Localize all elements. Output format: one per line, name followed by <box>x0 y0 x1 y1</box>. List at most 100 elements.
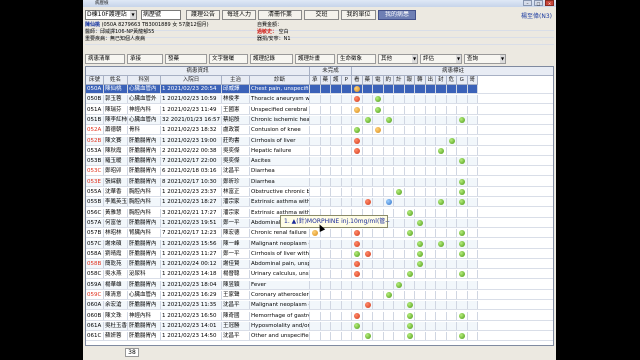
flag-cell[interactable] <box>342 167 352 176</box>
flag-cell[interactable] <box>394 126 405 135</box>
flag-cell[interactable] <box>468 167 478 176</box>
tab-4[interactable]: 護理記錄 <box>250 54 293 64</box>
green-status-dot-icon[interactable] <box>459 178 466 185</box>
flag-cell[interactable] <box>447 167 457 176</box>
flag-cell[interactable] <box>394 218 405 227</box>
flag-cell[interactable] <box>436 311 447 320</box>
green-status-dot-icon[interactable] <box>459 250 466 257</box>
flag-cell[interactable] <box>394 177 405 186</box>
flag-cell[interactable] <box>363 105 373 114</box>
flag-cell[interactable] <box>447 208 457 217</box>
flag-cell[interactable] <box>373 280 384 289</box>
flag-cell[interactable] <box>363 270 373 279</box>
green-status-dot-icon[interactable] <box>385 292 392 298</box>
flag-cell[interactable] <box>362 136 373 145</box>
green-status-dot-icon[interactable] <box>459 312 466 319</box>
table-row[interactable]: 050B 郭玉蓉 心臟血管外 1 2021/02/23 10:59 林俊孝 Thoraci… <box>86 95 553 105</box>
flag-cell[interactable] <box>404 198 415 207</box>
flag-cell[interactable] <box>341 115 352 124</box>
flag-cell[interactable] <box>404 95 415 104</box>
flag-cell[interactable] <box>310 95 321 104</box>
flag-cell[interactable] <box>425 136 436 145</box>
flag-cell[interactable] <box>415 115 426 124</box>
flag-cell[interactable] <box>310 105 321 114</box>
flag-cell[interactable] <box>457 218 468 227</box>
green-status-dot-icon[interactable] <box>448 137 455 144</box>
flag-cell[interactable] <box>331 177 342 186</box>
flag-cell[interactable] <box>436 136 447 145</box>
flag-cell[interactable] <box>373 270 384 279</box>
flag-cell[interactable] <box>468 311 478 320</box>
flag-cell[interactable] <box>457 260 468 269</box>
flag-cell[interactable] <box>342 249 352 258</box>
flag-cell[interactable] <box>426 105 436 114</box>
flag-cell[interactable] <box>331 95 342 104</box>
flag-cell[interactable] <box>331 311 342 320</box>
flag-cell[interactable] <box>467 321 478 330</box>
table-row[interactable]: 053A 陳秋霞 肝膽腸胃內 2 2021/02/22 00:38 吳奕傑 Hepatic… <box>86 146 553 156</box>
flag-cell[interactable] <box>394 249 405 258</box>
flag-cell[interactable] <box>426 208 436 217</box>
flag-cell[interactable] <box>373 260 384 269</box>
table-row[interactable]: 061C 蘇妍蓉 肝膽腸胃內 1 2021/02/23 14:50 沈昌平 Other a… <box>86 332 553 342</box>
flag-cell[interactable] <box>394 85 405 93</box>
flag-cell[interactable] <box>373 301 384 310</box>
flag-cell[interactable] <box>426 291 436 299</box>
flag-cell[interactable] <box>373 157 384 166</box>
flag-cell[interactable] <box>320 260 331 269</box>
flag-cell[interactable] <box>457 291 468 299</box>
flag-cell[interactable] <box>436 188 447 196</box>
flag-cell[interactable] <box>373 167 384 176</box>
flag-cell[interactable] <box>383 157 394 166</box>
flag-cell[interactable] <box>426 249 436 258</box>
flag-cell[interactable] <box>342 311 352 320</box>
flag-cell[interactable] <box>426 126 436 135</box>
flag-cell[interactable] <box>341 198 352 207</box>
flag-cell[interactable] <box>446 198 457 207</box>
table-row[interactable]: 053E 張綵鶴 肝膽腸胃內 8 2021/02/17 10:30 鄭昕珍 Diarrhe… <box>86 177 553 187</box>
flag-cell[interactable] <box>446 95 457 104</box>
flag-cell[interactable] <box>363 291 373 299</box>
flag-cell[interactable] <box>394 167 405 176</box>
flag-cell[interactable] <box>425 280 436 289</box>
flag-cell[interactable] <box>331 198 342 207</box>
flag-cell[interactable] <box>362 280 373 289</box>
flag-cell[interactable] <box>447 332 457 341</box>
flag-cell[interactable] <box>362 157 373 166</box>
flag-cell[interactable] <box>468 208 478 217</box>
flag-cell[interactable] <box>415 126 426 135</box>
flag-cell[interactable] <box>425 85 436 93</box>
table-row[interactable]: 052A 蕭德朝 骨科 1 2021/02/23 18:32 盧政寰 Contusion … <box>86 126 553 136</box>
flag-cell[interactable] <box>446 85 457 93</box>
flag-cell[interactable] <box>310 136 321 145</box>
flag-cell[interactable] <box>467 198 478 207</box>
flag-cell[interactable] <box>405 126 415 135</box>
flag-cell[interactable] <box>362 239 373 248</box>
flag-cell[interactable] <box>447 270 457 279</box>
table-row[interactable]: 059A 楊華雄 肝膽腸胃內 1 2021/02/23 18:04 陳昱穎 Fever <box>86 280 553 290</box>
flag-cell[interactable] <box>310 332 321 341</box>
flag-cell[interactable] <box>436 280 447 289</box>
flag-cell[interactable] <box>310 239 321 248</box>
flag-cell[interactable] <box>394 239 405 248</box>
table-row[interactable]: 058C 吳水燕 泌尿科 1 2021/02/23 14:18 楊晉聰 Urinary c… <box>86 270 553 280</box>
flag-cell[interactable] <box>425 157 436 166</box>
flag-cell[interactable] <box>310 321 321 330</box>
flag-cell[interactable] <box>415 146 426 155</box>
green-status-dot-icon[interactable] <box>406 312 413 319</box>
flag-cell[interactable] <box>341 136 352 145</box>
flag-cell[interactable] <box>404 115 415 124</box>
flag-cell[interactable] <box>457 146 468 155</box>
flag-cell[interactable] <box>310 115 321 124</box>
flag-cell[interactable] <box>383 136 394 145</box>
flag-cell[interactable] <box>446 218 457 227</box>
flag-cell[interactable] <box>404 239 415 248</box>
flag-cell[interactable] <box>436 126 447 135</box>
flag-cell[interactable] <box>436 105 447 114</box>
flag-cell[interactable] <box>331 188 342 196</box>
green-status-dot-icon[interactable] <box>354 250 361 257</box>
flag-cell[interactable] <box>467 85 478 93</box>
flag-cell[interactable] <box>425 239 436 248</box>
flag-cell[interactable] <box>415 95 426 104</box>
flag-cell[interactable] <box>447 249 457 258</box>
